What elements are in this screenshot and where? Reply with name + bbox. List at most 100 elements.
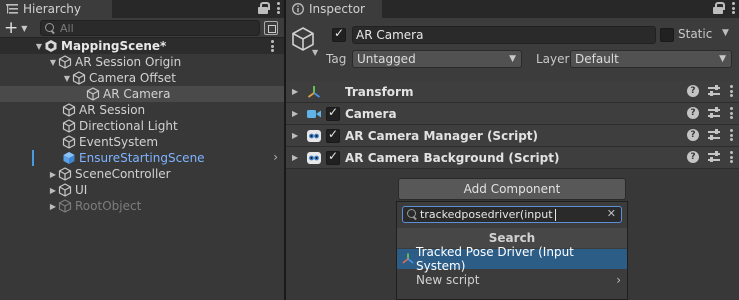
collapsed-arrow-icon[interactable]: ▶: [48, 170, 58, 179]
component-header-ar-camera-background[interactable]: ▶ AR Camera Background (Script) ?: [286, 147, 739, 169]
expand-arrow-icon[interactable]: ▼: [34, 42, 44, 51]
object-name-field[interactable]: AR Camera: [352, 26, 656, 44]
prefab-cube-icon: [62, 151, 76, 165]
result-new-script[interactable]: New script ›: [397, 270, 627, 290]
hierarchy-search-input[interactable]: All: [40, 20, 260, 36]
tree-item-label: Camera Offset: [89, 71, 176, 85]
info-icon: [292, 3, 304, 15]
presets-icon[interactable]: [708, 107, 720, 119]
tree-item-label: EnsureStartingScene: [79, 151, 205, 165]
help-icon[interactable]: ?: [687, 151, 699, 163]
add-component-button[interactable]: Add Component: [398, 178, 626, 200]
component-menu-icon[interactable]: [729, 151, 733, 163]
tree-item-directional-light[interactable]: Directional Light: [0, 118, 284, 134]
clear-search-icon[interactable]: ✕: [607, 207, 616, 220]
camera-icon: [306, 106, 322, 122]
scene-row[interactable]: ▼ MappingScene*: [0, 38, 284, 54]
inspector-tab-label: Inspector: [309, 2, 365, 16]
presets-icon[interactable]: [708, 85, 720, 97]
inspector-menu-icon[interactable]: [731, 2, 735, 14]
hierarchy-tab-bar: Hierarchy: [0, 0, 284, 18]
chevron-down-icon: ▼: [21, 23, 28, 33]
foldout-arrow-icon[interactable]: ▶: [292, 109, 298, 118]
component-menu-icon[interactable]: [729, 129, 733, 141]
expand-arrow-icon[interactable]: ▼: [62, 74, 72, 83]
active-checkbox[interactable]: [332, 26, 346, 42]
gameobject-cube-icon: [72, 71, 86, 85]
lock-icon[interactable]: [258, 2, 270, 14]
chevron-down-icon: ▼: [509, 54, 516, 64]
tree-item-scenecontroller[interactable]: ▶ SceneController: [0, 166, 284, 182]
collapsed-arrow-icon[interactable]: ▶: [48, 202, 58, 211]
component-enabled-checkbox[interactable]: [326, 105, 340, 121]
component-title: AR Camera Background (Script): [345, 150, 560, 165]
layer-dropdown[interactable]: Default ▼: [570, 50, 732, 68]
component-header-camera[interactable]: ▶ Camera ?: [286, 103, 739, 125]
result-label: Tracked Pose Driver (Input System): [416, 245, 574, 273]
search-icon: [45, 22, 56, 34]
tree-item-label: AR Session Origin: [75, 55, 182, 69]
tag-label: Tag: [326, 52, 347, 66]
component-enabled-checkbox[interactable]: [326, 149, 340, 165]
hierarchy-panel: Hierarchy + ▼ All ▼ MappingScene* ▼ AR S…: [0, 0, 284, 300]
tree-item-ensurestartingscene[interactable]: EnsureStartingScene ›: [0, 150, 284, 166]
chevron-right-icon[interactable]: ›: [273, 150, 278, 164]
presets-icon[interactable]: [708, 129, 720, 141]
gameobject-cube-icon: [58, 55, 72, 69]
tree-item-label: EventSystem: [79, 135, 159, 149]
hierarchy-menu-icon[interactable]: [276, 2, 280, 14]
tag-dropdown[interactable]: Untagged ▼: [352, 50, 522, 68]
inspector-tab-bar: Inspector: [286, 0, 739, 18]
tree-item-ar-camera[interactable]: AR Camera: [0, 86, 284, 102]
static-checkbox[interactable]: [660, 28, 674, 42]
help-icon[interactable]: ?: [687, 107, 699, 119]
component-search-value: trackedposedriver(input: [420, 208, 553, 221]
lock-icon[interactable]: [713, 2, 725, 14]
search-icon: [407, 209, 418, 220]
scene-visibility-button[interactable]: [264, 21, 278, 35]
presets-icon[interactable]: [708, 151, 720, 163]
help-icon[interactable]: ?: [687, 85, 699, 97]
component-header-ar-camera-manager[interactable]: ▶ AR Camera Manager (Script) ?: [286, 125, 739, 147]
gameobject-cube-icon: [86, 87, 100, 101]
scene-menu-icon[interactable]: [270, 40, 274, 52]
foldout-arrow-icon[interactable]: ▶: [292, 153, 298, 162]
static-dropdown-icon[interactable]: ▼: [722, 28, 729, 38]
component-enabled-checkbox[interactable]: [326, 127, 340, 143]
inspector-tab[interactable]: Inspector: [286, 0, 382, 18]
tree-item-rootobject[interactable]: ▶ RootObject: [0, 198, 284, 214]
result-tracked-pose-driver[interactable]: Tracked Pose Driver (Input System): [397, 245, 627, 273]
hierarchy-tab-label: Hierarchy: [23, 2, 82, 16]
tree-item-camera-offset[interactable]: ▼ Camera Offset: [0, 70, 284, 86]
help-icon[interactable]: ?: [687, 129, 699, 141]
expand-arrow-icon[interactable]: ▼: [48, 58, 58, 67]
scene-label: MappingScene*: [61, 39, 167, 53]
search-placeholder: All: [60, 21, 74, 35]
hierarchy-tab[interactable]: Hierarchy: [0, 0, 112, 18]
tree-item-ar-session[interactable]: AR Session: [0, 102, 284, 118]
text-cursor: [554, 208, 556, 221]
gameobject-cube-icon: [58, 167, 72, 181]
tree-item-label: RootObject: [75, 199, 142, 213]
prefab-override-marker: [32, 150, 34, 166]
component-menu-icon[interactable]: [729, 85, 733, 97]
icon-picker-chevron-icon[interactable]: ▼: [312, 48, 318, 57]
component-menu-icon[interactable]: [729, 107, 733, 119]
chevron-down-icon: ▼: [719, 54, 726, 64]
tree-item-label: UI: [75, 183, 88, 197]
hierarchy-toolbar: + ▼ All: [0, 18, 284, 38]
foldout-arrow-icon[interactable]: ▶: [292, 87, 298, 96]
chevron-right-icon: ›: [616, 273, 621, 287]
gameobject-cube-icon: [62, 119, 76, 133]
object-header: ▼ AR Camera Static ▼ Tag Untagged ▼ Laye…: [286, 18, 739, 82]
component-title: AR Camera Manager (Script): [345, 128, 539, 143]
inspector-panel: Inspector ▼ AR Camera Static ▼ Tag Untag…: [286, 0, 739, 300]
collapsed-arrow-icon[interactable]: ▶: [48, 186, 58, 195]
foldout-arrow-icon[interactable]: ▶: [292, 131, 298, 140]
component-search-input[interactable]: trackedposedriver(input ✕: [402, 206, 622, 223]
component-header-transform[interactable]: ▶ Transform ?: [286, 81, 739, 103]
tree-item-ar-session-origin[interactable]: ▼ AR Session Origin: [0, 54, 284, 70]
tree-item-ui[interactable]: ▶ UI: [0, 182, 284, 198]
tree-item-eventsystem[interactable]: EventSystem: [0, 134, 284, 150]
create-button[interactable]: + ▼: [4, 19, 34, 37]
